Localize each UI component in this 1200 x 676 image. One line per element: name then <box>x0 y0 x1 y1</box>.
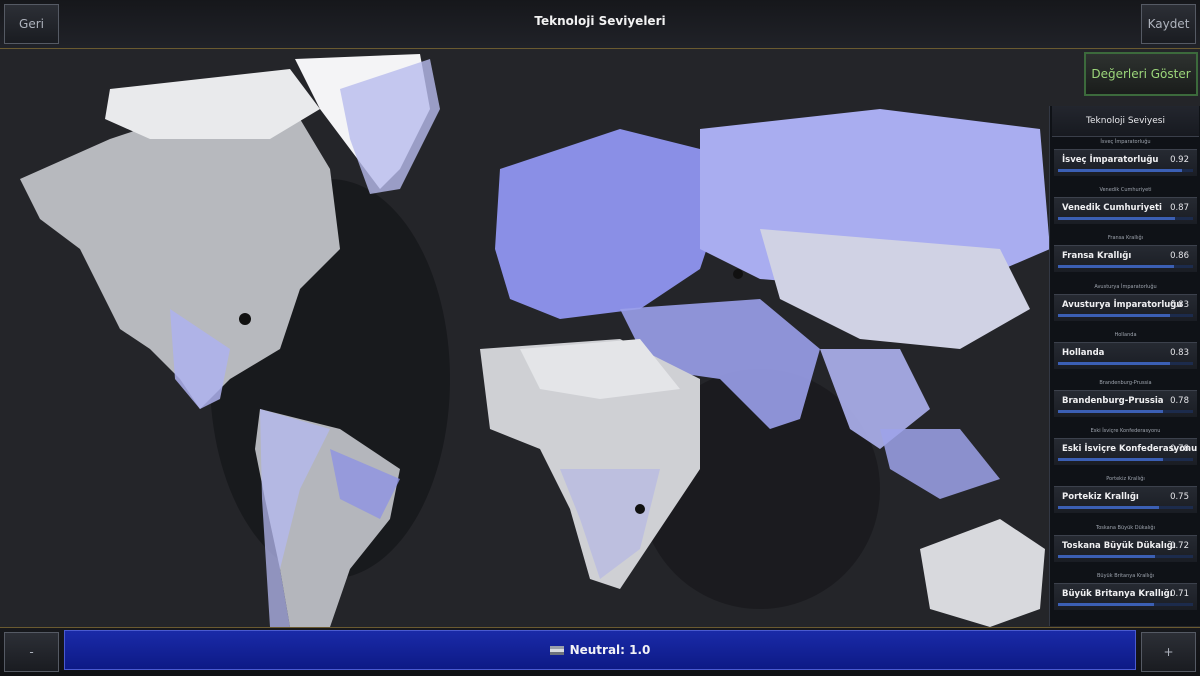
tech-bar-fill <box>1058 265 1175 269</box>
tech-bar-fill <box>1058 602 1154 606</box>
tech-value: 0.83 <box>1170 299 1189 310</box>
country-name: Hollanda <box>1062 347 1105 358</box>
entry-caption: Toskana Büyük Dükalığı <box>1095 524 1155 531</box>
tech-level-list: İsveç İmparatorluğu İsveç İmparatorluğu 0.… <box>1050 137 1200 619</box>
entry-caption: Fransa Krallığı <box>1107 235 1144 242</box>
tech-bar <box>1058 265 1193 269</box>
country-name: Portekiz Krallığı <box>1062 492 1139 503</box>
entry-row[interactable]: Avusturya İmparatorluğu 0.83 <box>1054 293 1197 321</box>
tech-bar <box>1058 409 1193 413</box>
panel-heading: Teknoloji Seviyesi <box>1052 106 1199 137</box>
tech-bar <box>1058 217 1193 221</box>
tech-value: 0.78 <box>1170 395 1189 406</box>
country-name: Brandenburg-Prussia <box>1062 395 1164 406</box>
tech-bar-fill <box>1058 506 1160 510</box>
tech-value: 0.72 <box>1170 540 1189 551</box>
tech-level-panel: Teknoloji Seviyesi İsveç İmparatorluğu İs… <box>1049 106 1200 626</box>
tech-bar-fill <box>1058 217 1176 221</box>
entry-row[interactable]: Toskana Büyük Dükalığı 0.72 <box>1054 534 1197 562</box>
tech-bar-fill <box>1058 554 1156 558</box>
neutral-bar[interactable]: Neutral: 1.0 <box>64 630 1136 670</box>
neutral-label: Neutral: 1.0 <box>569 643 651 657</box>
country-name: Büyük Britanya Krallığı <box>1062 588 1173 599</box>
top-bar: Geri Teknoloji Seviyeleri Kaydet <box>0 0 1200 49</box>
show-values-button[interactable]: Değerleri Göster <box>1084 52 1198 96</box>
tech-level-entry[interactable]: Toskana Büyük Dükalığı Toskana Büyük Düka… <box>1050 523 1200 571</box>
entry-row[interactable]: Büyük Britanya Krallığı 0.71 <box>1054 582 1197 610</box>
tech-bar <box>1058 554 1193 558</box>
flag-icon <box>549 645 564 655</box>
tech-bar <box>1058 602 1193 606</box>
entry-row[interactable]: Portekiz Krallığı 0.75 <box>1054 486 1197 514</box>
tech-level-entry[interactable]: Brandenburg-Prussia Brandenburg-Prussia 0.… <box>1050 378 1200 426</box>
country-name: Toskana Büyük Dükalığı <box>1062 540 1176 551</box>
tech-value: 0.78 <box>1170 444 1189 455</box>
tech-level-entry[interactable]: İsveç İmparatorluğu İsveç İmparatorluğu 0.… <box>1050 137 1200 185</box>
entry-row[interactable]: Eski İsviçre Konfederasyonu 0.78 <box>1054 438 1197 466</box>
tech-level-entry[interactable]: Fransa Krallığı Fransa Krallığı 0.86 <box>1050 233 1200 281</box>
tech-bar <box>1058 169 1193 172</box>
country-name: Fransa Krallığı <box>1062 251 1132 262</box>
tech-value: 0.83 <box>1170 347 1189 358</box>
entry-caption: Portekiz Krallığı <box>1106 476 1145 483</box>
entry-row[interactable]: Fransa Krallığı 0.86 <box>1054 245 1197 273</box>
entry-caption: Hollanda <box>1114 331 1137 338</box>
world-map[interactable] <box>0 49 1200 627</box>
tech-value: 0.75 <box>1170 492 1189 503</box>
tech-level-entry[interactable]: Hollanda Hollanda 0.83 <box>1050 330 1200 378</box>
country-name: Venedik Cumhuriyeti <box>1062 203 1162 214</box>
entry-row[interactable]: İsveç İmparatorluğu 0.92 <box>1054 149 1197 176</box>
country-name: Avusturya İmparatorluğu <box>1062 299 1183 310</box>
entry-caption: Eski İsviçre Konfederasyonu <box>1090 428 1161 435</box>
tech-bar <box>1058 506 1193 510</box>
tech-level-entry[interactable]: Portekiz Krallığı Portekiz Krallığı 0.75 <box>1050 474 1200 522</box>
tech-bar-fill <box>1058 169 1183 172</box>
tech-bar <box>1058 458 1193 462</box>
zoom-in-button[interactable]: + <box>1141 632 1196 672</box>
tech-level-entry[interactable]: Avusturya İmparatorluğu Avusturya İmparat… <box>1050 282 1200 330</box>
tech-bar-fill <box>1058 409 1164 413</box>
save-button[interactable]: Kaydet <box>1141 4 1196 44</box>
entry-row[interactable]: Venedik Cumhuriyeti 0.87 <box>1054 197 1197 225</box>
world-map-canvas <box>0 49 1200 627</box>
page-title: Teknoloji Seviyeleri <box>534 14 666 28</box>
entry-caption: Avusturya İmparatorluğu <box>1094 283 1157 290</box>
entry-caption: İsveç İmparatorluğu <box>1100 139 1151 145</box>
tech-value: 0.71 <box>1170 588 1189 599</box>
entry-caption: Büyük Britanya Krallığı <box>1096 572 1155 579</box>
tech-value: 0.92 <box>1170 155 1189 165</box>
tech-value: 0.86 <box>1170 251 1189 262</box>
tech-bar <box>1058 313 1193 317</box>
entry-caption: Brandenburg-Prussia <box>1099 379 1152 386</box>
tech-level-entry[interactable]: Venedik Cumhuriyeti Venedik Cumhuriyeti 0.… <box>1050 185 1200 233</box>
tech-level-entry[interactable]: Eski İsviçre Konfederasyonu Eski İsviçre … <box>1050 426 1200 474</box>
tech-bar <box>1058 361 1193 365</box>
tech-bar-fill <box>1058 313 1171 317</box>
country-name: İsveç İmparatorluğu <box>1062 155 1159 165</box>
tech-bar-fill <box>1058 361 1171 365</box>
entry-row[interactable]: Hollanda 0.83 <box>1054 341 1197 369</box>
tech-level-entry[interactable]: Büyük Britanya Krallığı Büyük Britanya Kr… <box>1050 571 1200 619</box>
entry-caption: Venedik Cumhuriyeti <box>1099 187 1152 194</box>
zoom-out-button[interactable]: - <box>4 632 59 672</box>
tech-bar-fill <box>1058 458 1164 462</box>
tech-value: 0.87 <box>1170 203 1189 214</box>
entry-row[interactable]: Brandenburg-Prussia 0.78 <box>1054 389 1197 417</box>
